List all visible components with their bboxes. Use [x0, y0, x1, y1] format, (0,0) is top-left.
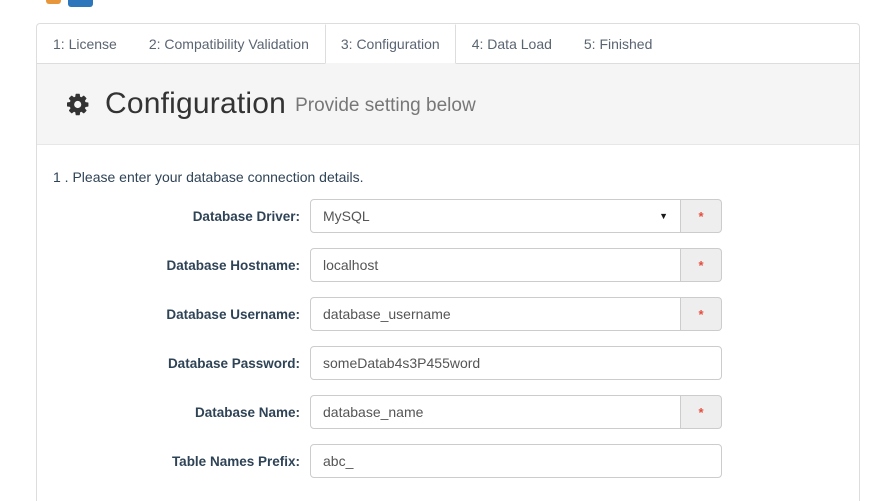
database-name-label: Database Name:	[53, 405, 300, 420]
database-driver-select[interactable]: MySQL	[310, 199, 681, 233]
required-asterisk: *	[681, 199, 722, 233]
form-row-database-driver: Database Driver: MySQL ▼ *	[53, 199, 843, 233]
database-password-label: Database Password:	[53, 356, 300, 371]
database-hostname-input[interactable]	[310, 248, 681, 282]
database-username-input[interactable]	[310, 297, 681, 331]
required-asterisk: *	[681, 297, 722, 331]
form-row-database-username: Database Username: *	[53, 297, 843, 331]
table-names-prefix-input[interactable]	[310, 444, 722, 478]
page-title: Configuration	[105, 87, 286, 121]
configuration-form-area: 1 . Please enter your database connectio…	[37, 145, 859, 478]
database-hostname-label: Database Hostname:	[53, 258, 300, 273]
tab-configuration[interactable]: 3: Configuration	[325, 24, 456, 64]
form-row-table-names-prefix: Table Names Prefix:	[53, 444, 843, 478]
wizard-tabs: 1: License 2: Compatibility Validation 3…	[37, 24, 859, 64]
tab-compatibility-validation[interactable]: 2: Compatibility Validation	[133, 24, 325, 64]
database-username-label: Database Username:	[53, 307, 300, 322]
form-row-database-password: Database Password:	[53, 346, 843, 380]
tab-data-load[interactable]: 4: Data Load	[456, 24, 568, 64]
step-instruction: 1 . Please enter your database connectio…	[53, 169, 843, 185]
database-password-input[interactable]	[310, 346, 722, 380]
logo-orange-shape	[46, 0, 61, 4]
logo-blue-shape	[68, 0, 93, 7]
page-header: Configuration Provide setting below	[37, 64, 859, 145]
database-name-input[interactable]	[310, 395, 681, 429]
page-subtitle: Provide setting below	[295, 95, 476, 117]
required-asterisk: *	[681, 248, 722, 282]
form-row-database-hostname: Database Hostname: *	[53, 248, 843, 282]
tab-license[interactable]: 1: License	[37, 24, 133, 64]
installer-panel: 1: License 2: Compatibility Validation 3…	[36, 23, 860, 501]
app-logo-partial	[46, 0, 93, 7]
table-names-prefix-label: Table Names Prefix:	[53, 454, 300, 469]
tab-finished[interactable]: 5: Finished	[568, 24, 668, 64]
form-row-database-name: Database Name: *	[53, 395, 843, 429]
gear-icon	[67, 92, 92, 117]
required-asterisk: *	[681, 395, 722, 429]
database-driver-label: Database Driver:	[53, 209, 300, 224]
